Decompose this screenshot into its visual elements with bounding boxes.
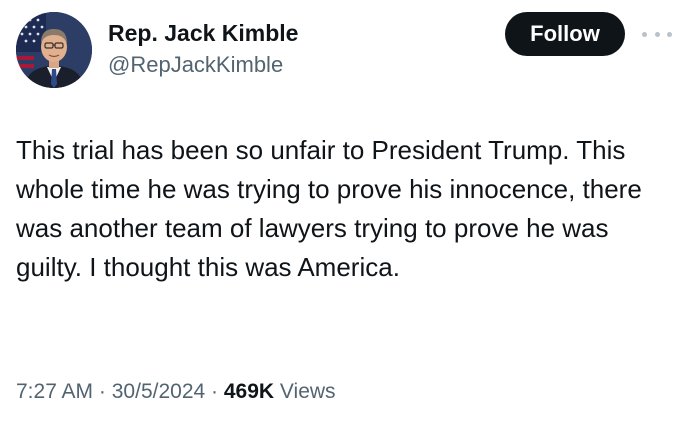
tweet-time[interactable]: 7:27 AM bbox=[16, 380, 93, 403]
avatar-image bbox=[16, 12, 92, 88]
more-dot bbox=[654, 31, 660, 37]
more-dots-icon[interactable] bbox=[642, 28, 672, 40]
follow-button[interactable]: Follow bbox=[505, 12, 625, 56]
views-label: Views bbox=[279, 380, 336, 403]
tweet-date[interactable]: 30/5/2024 bbox=[112, 380, 205, 403]
more-dot bbox=[642, 31, 647, 37]
tweet-meta: 7:27 AM · 30/5/2024 · 469K Views bbox=[16, 378, 336, 406]
tweet-card: Rep. Jack Kimble @RepJackKimble Follow T… bbox=[0, 0, 690, 428]
author-display-name[interactable]: Rep. Jack Kimble bbox=[108, 19, 298, 47]
views-count: 469K bbox=[223, 380, 275, 403]
more-dot bbox=[667, 31, 672, 37]
author-handle[interactable]: @RepJackKimble bbox=[108, 52, 283, 78]
tweet-text: This trial has been so unfair to Preside… bbox=[16, 135, 642, 282]
meta-separator: · bbox=[211, 380, 219, 403]
author-avatar[interactable] bbox=[16, 12, 92, 88]
meta-separator: · bbox=[98, 380, 106, 403]
